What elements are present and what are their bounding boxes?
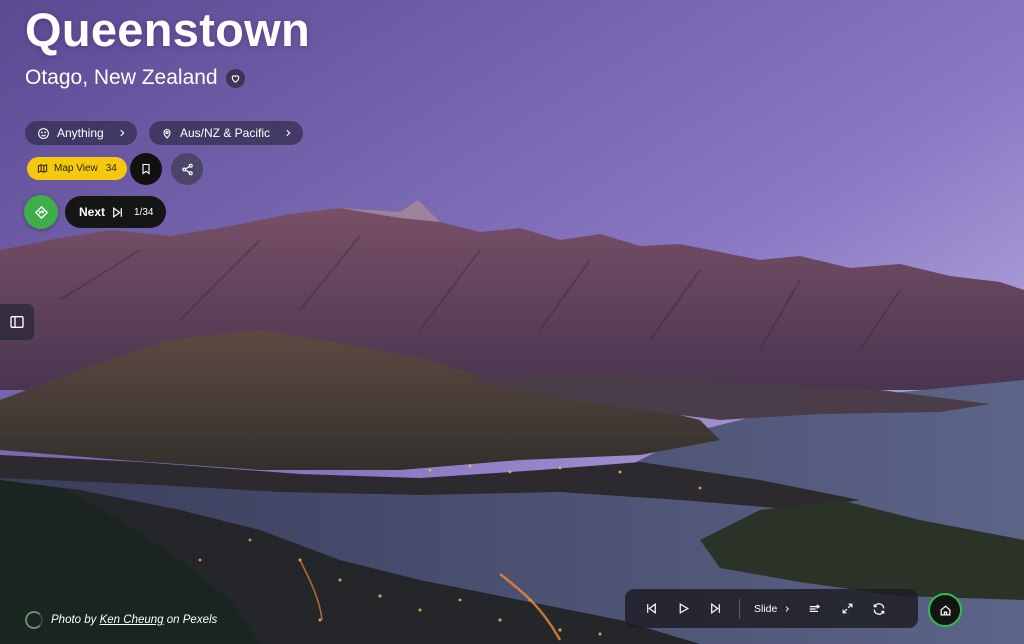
next-slide-button[interactable] — [699, 594, 731, 624]
region-filter-chip[interactable]: Aus/NZ & Pacific — [149, 121, 304, 145]
home-icon — [940, 604, 950, 615]
smiley-icon — [38, 127, 49, 139]
next-label: Next — [79, 205, 106, 219]
skip-next-icon — [113, 206, 122, 218]
category-filter-label: Anything — [57, 126, 104, 140]
favorite-button[interactable] — [225, 68, 245, 88]
page-title: Queenstown — [25, 3, 311, 56]
next-destination-button[interactable]: Next 1/34 — [65, 196, 167, 228]
location-subtitle: Otago, New Zealand — [25, 66, 218, 89]
sidebar-toggle-button[interactable] — [0, 304, 34, 340]
region-filter-label: Aus/NZ & Pacific — [180, 126, 271, 140]
slideshow-controls: Slide — [625, 589, 918, 628]
map-icon — [37, 164, 48, 173]
credit-suffix: on Pexels — [166, 614, 218, 626]
play-button[interactable] — [667, 594, 699, 624]
refresh-button[interactable] — [863, 594, 895, 624]
chevron-right-icon — [117, 128, 127, 138]
sidebar-icon — [10, 316, 24, 328]
map-view-button[interactable]: Map View 34 — [27, 157, 127, 180]
category-filter-chip[interactable]: Anything — [25, 121, 137, 145]
slide-mode-button[interactable]: Slide — [748, 594, 799, 624]
photo-credit: Photo by Ken Cheung on Pexels — [25, 611, 217, 629]
skip-back-icon — [646, 602, 656, 615]
bookmark-button[interactable] — [130, 153, 162, 185]
credit-author-link[interactable]: Ken Cheung — [100, 614, 164, 626]
home-button[interactable] — [928, 593, 962, 627]
map-view-count: 34 — [105, 163, 117, 174]
bookmark-icon — [142, 163, 150, 175]
chevron-right-icon — [283, 128, 293, 138]
previous-button[interactable] — [635, 594, 667, 624]
location-row: Otago, New Zealand — [25, 66, 245, 90]
skip-forward-icon — [710, 602, 720, 615]
credit-prefix: Photo by — [51, 614, 97, 626]
transition-button[interactable] — [799, 594, 831, 624]
slide-mode-label: Slide — [754, 602, 778, 615]
random-route-button[interactable] — [24, 195, 58, 229]
refresh-icon — [874, 602, 885, 615]
random-route-icon — [34, 205, 48, 219]
fullscreen-icon — [842, 603, 853, 614]
location-pin-icon — [163, 128, 171, 139]
divider — [739, 598, 740, 619]
loading-spinner-icon — [25, 611, 43, 629]
share-button[interactable] — [171, 153, 203, 185]
chevron-right-icon — [786, 605, 790, 612]
fullscreen-button[interactable] — [831, 594, 863, 624]
heart-icon — [231, 74, 239, 83]
next-counter: 1/34 — [134, 206, 154, 218]
map-view-label: Map View — [54, 163, 98, 174]
transition-icon — [810, 603, 821, 612]
share-icon — [181, 163, 193, 175]
background-photo — [0, 0, 1024, 644]
play-icon — [679, 603, 689, 614]
